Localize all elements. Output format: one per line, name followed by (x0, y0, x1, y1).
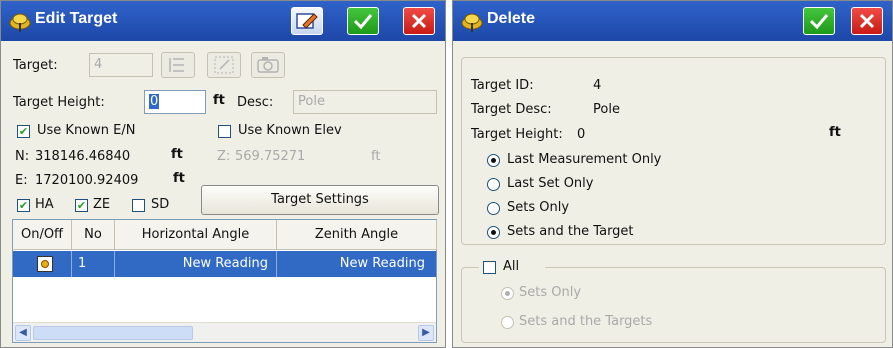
title-bar: Edit Target (1, 1, 445, 41)
ze-checkbox[interactable]: ✔ (75, 199, 88, 212)
scroll-right-icon[interactable]: ▶ (418, 325, 434, 341)
column-header-zenith-angle[interactable]: Zenith Angle (277, 220, 437, 250)
use-known-elev-checkbox[interactable] (218, 125, 231, 138)
cancel-x-icon (411, 13, 427, 29)
cancel-button[interactable] (851, 7, 883, 35)
cancel-x-icon (859, 13, 875, 29)
zenith-angle-cell: New Reading (339, 256, 425, 271)
use-known-elev-label: Use Known Elev (238, 123, 342, 138)
stake-button[interactable] (207, 52, 241, 78)
all-label: All (503, 259, 520, 274)
radio-all-sets-only[interactable] (501, 287, 514, 300)
target-id-value: 4 (593, 78, 602, 93)
elevation-value: 569.75271 (235, 149, 306, 164)
use-known-en-label: Use Known E/N (37, 123, 136, 138)
option-sets-only-label: Sets Only (507, 200, 570, 215)
column-header-onoff[interactable]: On/Off (13, 220, 72, 250)
cancel-button[interactable] (403, 7, 435, 35)
ok-check-icon (353, 14, 373, 30)
stake-icon (214, 56, 234, 74)
easting-unit: ft (173, 171, 185, 186)
target-height-unit: ft (829, 125, 841, 140)
elevation-unit: ft (371, 149, 381, 164)
ze-label: ZE (93, 197, 111, 212)
target-height-value: 0 (577, 127, 586, 142)
column-header-horizontal-angle[interactable]: Horizontal Angle (115, 220, 277, 250)
edit-target-window: Edit Target Target: 4 Target Height: 0 f… (0, 0, 446, 348)
list-icon (169, 58, 184, 72)
ha-checkbox[interactable]: ✔ (17, 199, 30, 212)
target-desc-label: Target Desc: (471, 102, 552, 117)
target-marker-icon[interactable] (37, 256, 53, 272)
title-bar: Delete (453, 1, 892, 41)
scroll-thumb[interactable] (33, 326, 193, 340)
all-option-sets-only-label: Sets Only (519, 285, 582, 300)
radio-sets-and-the-target[interactable] (487, 226, 500, 239)
scroll-left-icon[interactable]: ◀ (15, 325, 31, 341)
desc-label: Desc: (237, 95, 274, 110)
target-settings-button[interactable]: Target Settings (201, 185, 439, 215)
sd-label: SD (151, 197, 170, 212)
option-last-set-only-label: Last Set Only (507, 176, 594, 191)
onoff-cell[interactable] (15, 251, 72, 277)
all-group (461, 267, 886, 343)
edit-button[interactable] (291, 7, 323, 35)
target-marker-dot (41, 260, 49, 268)
easting-value: 1720100.92409 (35, 173, 139, 188)
row-number: 1 (72, 251, 115, 277)
delete-window: Delete Target ID: 4 Target Desc: Pole Ta… (452, 0, 893, 348)
target-id-label: Target ID: (471, 78, 534, 93)
sd-checkbox[interactable] (132, 199, 145, 212)
target-height-input[interactable]: 0 (144, 90, 206, 114)
ok-button[interactable] (347, 7, 379, 35)
northing-label: N: (15, 149, 30, 164)
use-known-en-checkbox[interactable]: ✔ (17, 125, 30, 138)
edit-icon (296, 13, 318, 29)
app-logo-icon (9, 13, 31, 32)
option-last-measurement-only-label: Last Measurement Only (507, 152, 662, 167)
list-button[interactable] (161, 52, 195, 78)
all-group-header: All (479, 259, 545, 277)
window-title: Delete (487, 10, 536, 27)
target-field[interactable]: 4 (89, 53, 153, 77)
target-height-value: 0 (149, 94, 160, 109)
radio-last-set-only[interactable] (487, 178, 500, 191)
camera-icon (257, 57, 279, 73)
column-header-no[interactable]: No (72, 220, 115, 250)
window-title: Edit Target (35, 10, 118, 27)
target-label: Target: (13, 58, 58, 73)
target-height-label: Target Height: (471, 127, 563, 142)
target-height-label: Target Height: (13, 95, 105, 110)
ok-button[interactable] (803, 7, 835, 35)
camera-button[interactable] (251, 52, 285, 78)
ha-label: HA (35, 197, 54, 212)
option-sets-and-the-target-label: Sets and the Target (507, 224, 634, 239)
elevation-label: Z: (217, 149, 231, 164)
easting-label: E: (15, 173, 28, 188)
desc-field[interactable]: Pole (293, 90, 437, 114)
target-desc-value: Pole (593, 102, 620, 117)
app-logo-icon (461, 13, 483, 32)
horizontal-scrollbar[interactable]: ◀ ▶ (13, 322, 436, 342)
radio-all-sets-and-targets[interactable] (501, 316, 514, 329)
radio-sets-only[interactable] (487, 202, 500, 215)
readings-grid[interactable]: On/Off No Horizontal Angle Zenith Angle … (12, 219, 437, 343)
radio-last-measurement-only[interactable] (487, 154, 500, 167)
ok-check-icon (809, 14, 829, 30)
northing-unit: ft (171, 147, 183, 162)
horizontal-angle-cell: New Reading (115, 251, 277, 277)
all-checkbox[interactable] (483, 261, 496, 274)
northing-value: 318146.46840 (35, 149, 131, 164)
target-height-unit: ft (213, 93, 225, 108)
all-option-sets-and-targets-label: Sets and the Targets (519, 314, 653, 329)
table-row[interactable]: 1 New Reading New Reading (13, 251, 436, 277)
